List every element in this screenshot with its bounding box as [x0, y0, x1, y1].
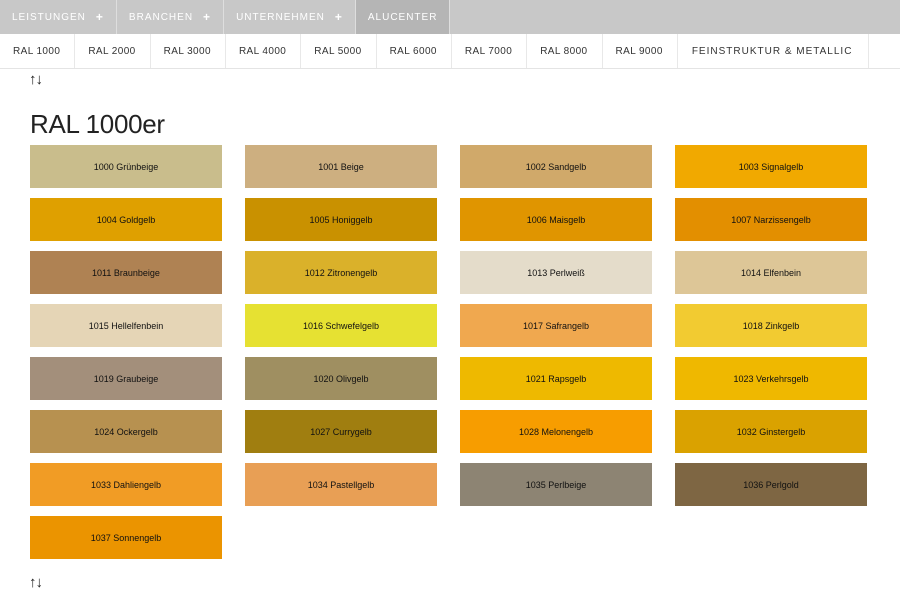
- color-swatch[interactable]: 1036 Perlgold: [675, 463, 867, 506]
- tab-ral-2000[interactable]: RAL 2000: [75, 34, 151, 68]
- tab-ral-9000[interactable]: RAL 9000: [603, 34, 678, 68]
- nav-item-alucenter[interactable]: ALUCENTER: [355, 0, 451, 34]
- swatch-label: 1020 Olivgelb: [313, 373, 369, 384]
- scroll-arrows-icon[interactable]: ↑↓: [29, 574, 43, 591]
- swatch-label: 1019 Graubeige: [93, 373, 159, 384]
- swatch-label: 1015 Hellelfenbein: [88, 320, 164, 331]
- swatch-label: 1012 Zitronengelb: [304, 267, 378, 278]
- swatch-label: 1016 Schwefelgelb: [302, 320, 380, 331]
- swatch-label: 1005 Honiggelb: [309, 214, 373, 225]
- color-swatch[interactable]: 1034 Pastellgelb: [245, 463, 437, 506]
- color-swatch[interactable]: 1019 Graubeige: [30, 357, 222, 400]
- plus-icon: +: [95, 10, 104, 24]
- tab-ral-8000[interactable]: RAL 8000: [527, 34, 603, 68]
- nav-item-branchen[interactable]: BRANCHEN +: [117, 0, 225, 34]
- color-swatch[interactable]: 1033 Dahliengelb: [30, 463, 222, 506]
- color-swatch[interactable]: 1000 Grünbeige: [30, 145, 222, 188]
- color-swatch[interactable]: 1012 Zitronengelb: [245, 251, 437, 294]
- swatch-label: 1004 Goldgelb: [96, 214, 156, 225]
- swatch-label: 1002 Sandgelb: [525, 161, 587, 172]
- main-navigation: LEISTUNGEN + BRANCHEN + UNTERNEHMEN + ALUCENTE…: [0, 0, 900, 34]
- nav-item-leistungen[interactable]: LEISTUNGEN +: [0, 0, 117, 34]
- color-swatch[interactable]: 1024 Ockergelb: [30, 410, 222, 453]
- color-swatch[interactable]: 1003 Signalgelb: [675, 145, 867, 188]
- color-swatch[interactable]: 1016 Schwefelgelb: [245, 304, 437, 347]
- color-swatch[interactable]: 1002 Sandgelb: [460, 145, 652, 188]
- tab-ral-7000[interactable]: RAL 7000: [452, 34, 528, 68]
- color-swatch[interactable]: 1020 Olivgelb: [245, 357, 437, 400]
- color-swatch[interactable]: 1004 Goldgelb: [30, 198, 222, 241]
- swatch-label: 1023 Verkehrsgelb: [733, 373, 809, 384]
- tab-ral-5000[interactable]: RAL 5000: [301, 34, 377, 68]
- swatch-label: 1017 Safrangelb: [522, 320, 590, 331]
- color-swatch[interactable]: 1017 Safrangelb: [460, 304, 652, 347]
- nav-item-label: UNTERNEHMEN: [236, 11, 325, 23]
- color-swatch[interactable]: 1013 Perlweiß: [460, 251, 652, 294]
- color-swatch-grid: 1000 Grünbeige 1001 Beige 1002 Sandgelb 100…: [30, 145, 867, 559]
- tab-ral-4000[interactable]: RAL 4000: [226, 34, 302, 68]
- swatch-label: 1034 Pastellgelb: [307, 479, 375, 490]
- color-swatch[interactable]: 1005 Honiggelb: [245, 198, 437, 241]
- swatch-label: 1021 Rapsgelb: [525, 373, 587, 384]
- color-swatch[interactable]: 1035 Perlbeige: [460, 463, 652, 506]
- swatch-label: 1035 Perlbeige: [525, 479, 587, 490]
- scroll-arrows-icon[interactable]: ↑↓: [29, 71, 43, 88]
- nav-item-label: ALUCENTER: [367, 11, 438, 23]
- color-swatch[interactable]: 1021 Rapsgelb: [460, 357, 652, 400]
- swatch-label: 1014 Elfenbein: [740, 267, 802, 278]
- swatch-label: 1003 Signalgelb: [738, 161, 804, 172]
- nav-item-unternehmen[interactable]: UNTERNEHMEN +: [224, 0, 356, 34]
- swatch-label: 1001 Beige: [318, 161, 364, 172]
- swatch-label: 1032 Ginstergelb: [736, 426, 806, 437]
- swatch-label: 1006 Maisgelb: [526, 214, 586, 225]
- color-swatch[interactable]: 1032 Ginstergelb: [675, 410, 867, 453]
- color-swatch[interactable]: 1011 Braunbeige: [30, 251, 222, 294]
- tab-feinstruktur-metallic[interactable]: FEINSTRUKTUR & METALLIC: [678, 34, 870, 68]
- swatch-label: 1013 Perlweiß: [527, 267, 585, 278]
- color-swatch[interactable]: 1006 Maisgelb: [460, 198, 652, 241]
- color-swatch[interactable]: 1007 Narzissengelb: [675, 198, 867, 241]
- tab-ral-6000[interactable]: RAL 6000: [377, 34, 452, 68]
- swatch-label: 1018 Zinkgelb: [742, 320, 800, 331]
- nav-item-label: LEISTUNGEN: [12, 11, 86, 23]
- color-swatch[interactable]: 1037 Sonnengelb: [30, 516, 222, 559]
- tab-ral-1000[interactable]: RAL 1000: [0, 34, 76, 68]
- swatch-label: 1011 Braunbeige: [92, 267, 160, 278]
- swatch-label: 1024 Ockergelb: [94, 426, 158, 437]
- section-title: RAL 1000er: [30, 109, 165, 139]
- swatch-label: 1027 Currygelb: [310, 426, 372, 437]
- tab-ral-3000[interactable]: RAL 3000: [151, 34, 226, 68]
- color-swatch[interactable]: 1014 Elfenbein: [675, 251, 867, 294]
- plus-icon: +: [203, 10, 212, 24]
- color-swatch[interactable]: 1001 Beige: [245, 145, 437, 188]
- swatch-label: 1033 Dahliengelb: [90, 479, 162, 490]
- color-swatch[interactable]: 1015 Hellelfenbein: [30, 304, 222, 347]
- ral-tab-bar: RAL 1000 RAL 2000 RAL 3000 RAL 4000 RAL 5000…: [0, 34, 900, 69]
- plus-icon: +: [334, 10, 343, 24]
- color-swatch[interactable]: 1023 Verkehrsgelb: [675, 357, 867, 400]
- swatch-label: 1036 Perlgold: [743, 479, 799, 490]
- swatch-label: 1007 Narzissengelb: [731, 214, 811, 225]
- swatch-label: 1037 Sonnengelb: [90, 532, 162, 543]
- nav-item-label: BRANCHEN: [128, 11, 194, 23]
- color-swatch[interactable]: 1028 Melonengelb: [460, 410, 652, 453]
- color-swatch[interactable]: 1027 Currygelb: [245, 410, 437, 453]
- swatch-label: 1000 Grünbeige: [93, 161, 159, 172]
- color-swatch[interactable]: 1018 Zinkgelb: [675, 304, 867, 347]
- swatch-label: 1028 Melonengelb: [518, 426, 594, 437]
